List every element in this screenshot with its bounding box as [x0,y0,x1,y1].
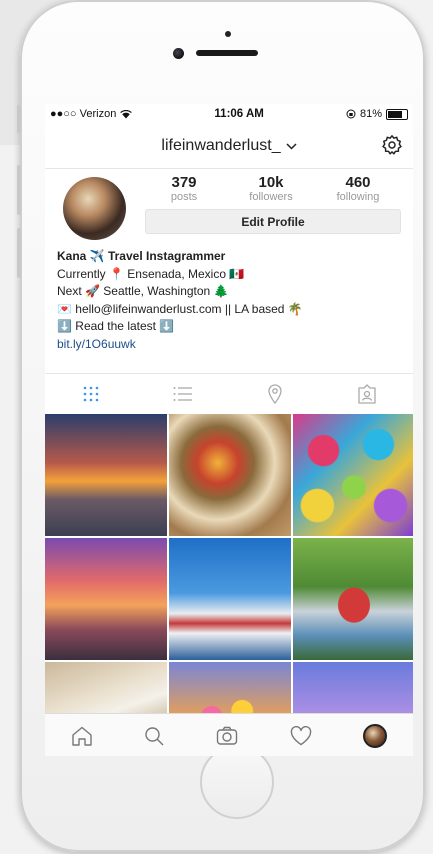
stat-followers[interactable]: 10k followers [236,174,306,204]
photo-sugar-skulls[interactable] [293,414,413,536]
mute-switch [17,105,21,133]
photo-grid [45,414,413,756]
profile-tab-avatar[interactable] [363,723,388,748]
tab-list[interactable] [137,374,229,414]
chevron-down-icon [286,142,297,150]
profile-section: 379 posts 10k followers 460 following Ed… [45,169,413,351]
list-icon [173,387,192,401]
photo-sunset-cruise-deck[interactable] [45,414,167,536]
bio-line-current: Currently 📍 Ensenada, Mexico 🇲🇽 [57,266,245,281]
volume-up-button [17,165,21,215]
home-button[interactable] [200,745,274,819]
tab-grid[interactable] [45,374,137,414]
photo-sunset-ship-rail[interactable] [45,538,167,660]
stat-followers-label: followers [249,191,293,203]
avatar[interactable] [63,177,126,240]
tab-location[interactable] [229,374,321,414]
earpiece-speaker [196,50,258,56]
stat-following[interactable]: 460 following [323,174,393,204]
grid-icon [83,386,99,402]
photo-cruise-ship-harbor[interactable] [169,538,291,660]
status-bar: ●●○○ Verizon 11:06 AM 81% [45,104,413,124]
profile-stats: 379 posts 10k followers 460 following [145,174,405,204]
tagged-user-icon [358,384,376,404]
stat-following-value: 460 [345,174,371,191]
username-label: lifeinwanderlust_ [161,137,281,154]
bio-line-next: Next 🚀 Seattle, Washington 🌲 [57,284,229,298]
stat-posts-label: posts [170,191,198,203]
orientation-lock-icon [346,109,356,119]
bio-line-contact: 💌 hello@lifeinwanderlust.com || LA based… [57,301,303,316]
gear-icon[interactable] [381,134,403,156]
proximity-sensor [225,31,231,37]
bottom-nav [45,713,413,756]
profile-header: lifeinwanderlust_ [45,124,413,169]
carrier-label: ●●○○ Verizon [50,108,117,120]
bio-line-latest: ⬇️ Read the latest ⬇️ [57,319,175,333]
app-screen: ●●○○ Verizon 11:06 AM 81% lifeinwanderlu… [45,104,413,756]
front-camera [173,48,184,59]
tab-tagged[interactable] [321,374,413,414]
stat-posts-value: 379 [171,174,197,191]
clock: 11:06 AM [214,108,264,120]
profile-tabs [45,373,413,415]
battery-percent: 81% [359,108,382,120]
heart-icon[interactable] [290,725,312,746]
photo-red-japanese-bridge[interactable] [293,538,413,660]
wifi-icon [120,109,133,118]
home-icon[interactable] [71,726,93,746]
bio-name: Kana ✈️ Travel Instagrammer [57,249,226,263]
edit-profile-button[interactable]: Edit Profile [145,209,401,234]
search-icon[interactable] [144,726,164,746]
location-pin-icon [268,384,282,404]
volume-down-button [17,228,21,278]
battery-icon [385,108,408,120]
stat-following-label: following [336,191,380,203]
photo-tacos[interactable] [169,414,291,536]
bio-link[interactable]: bit.ly/1O6uuwk [57,336,402,354]
username-switcher[interactable]: lifeinwanderlust_ [161,137,297,155]
camera-icon[interactable] [216,726,238,746]
stat-posts[interactable]: 379 posts [149,174,219,204]
stat-followers-value: 10k [258,174,284,191]
profile-bio: Kana ✈️ Travel Instagrammer Currently 📍 … [57,248,402,353]
